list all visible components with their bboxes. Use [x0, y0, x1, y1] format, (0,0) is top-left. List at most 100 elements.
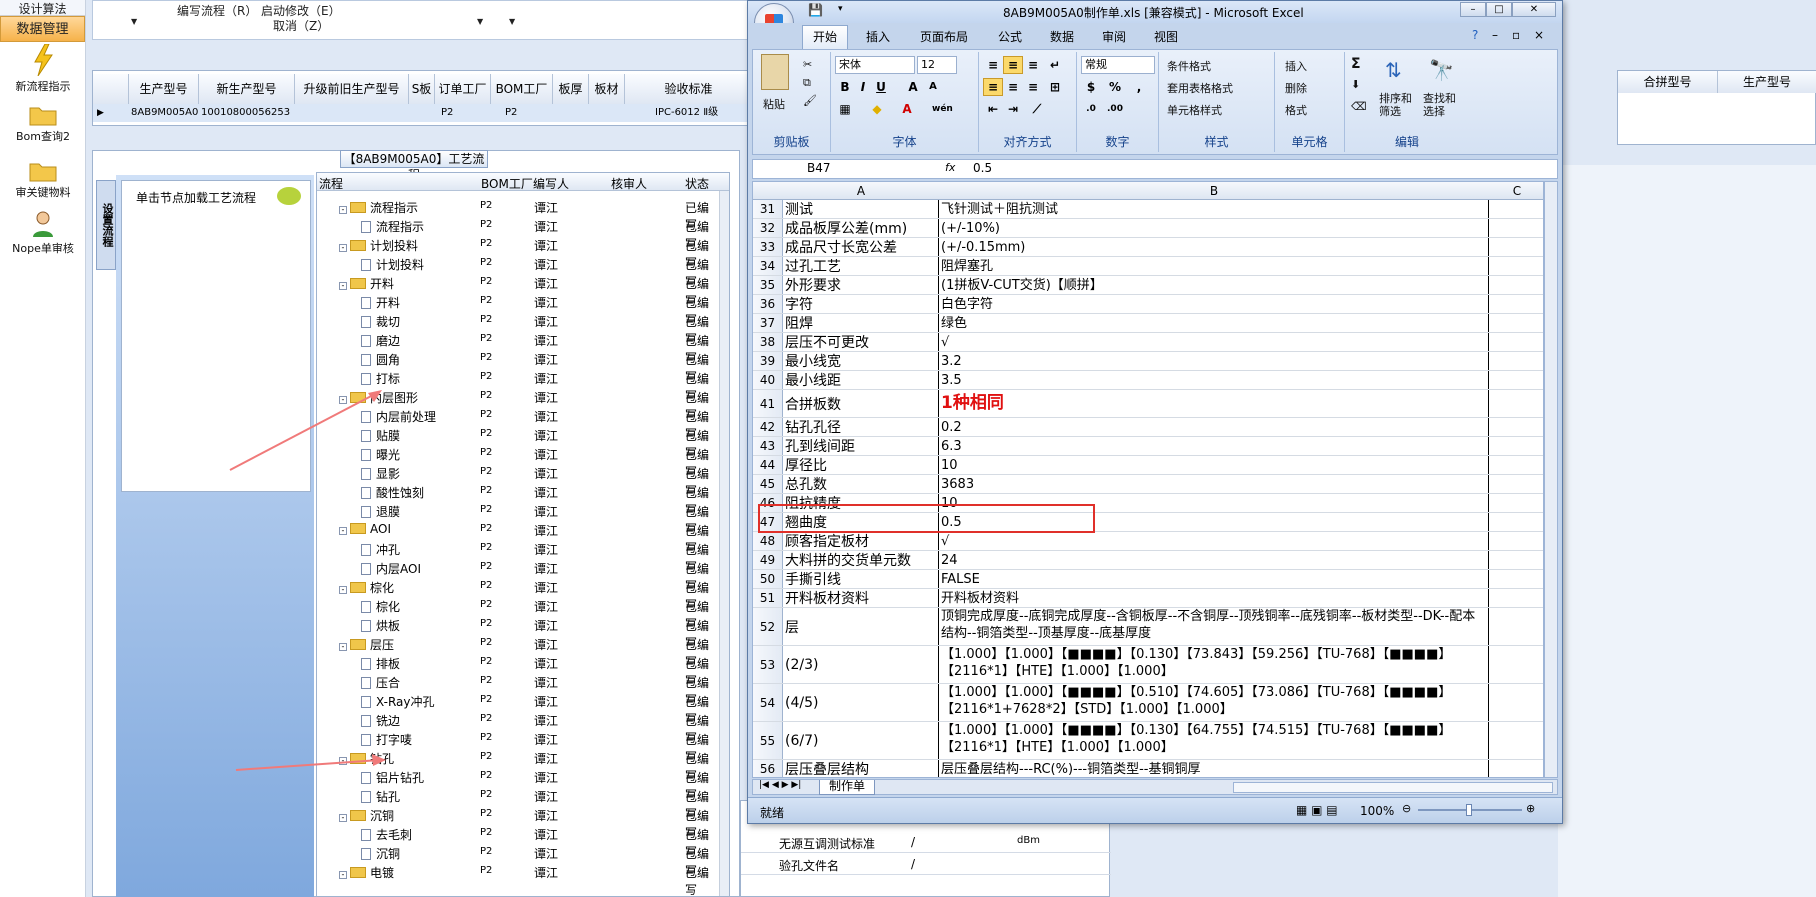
row-number[interactable]: 33	[753, 238, 783, 256]
row-number[interactable]: 42	[753, 418, 783, 436]
expand-toggle-icon[interactable]: -	[339, 396, 347, 404]
clear-icon[interactable]: ⌫	[1351, 100, 1367, 113]
cell-c[interactable]	[1489, 257, 1543, 275]
font-color-icon[interactable]: A	[897, 100, 917, 118]
italic-icon[interactable]: I	[853, 78, 873, 96]
tree-node-label[interactable]: 退膜	[361, 503, 400, 520]
expand-toggle-icon[interactable]: -	[339, 282, 347, 290]
row-number[interactable]: 39	[753, 352, 783, 370]
tree-node-label[interactable]: 排板	[361, 655, 400, 672]
cell-c[interactable]	[1489, 437, 1543, 455]
sheet-row[interactable]: 45 总孔数 3683	[753, 475, 1543, 494]
sheet-row[interactable]: 54 (4/5) 【1.000】【1.000】【■■■■】【0.510】【74.60…	[753, 684, 1543, 722]
ribbon-restore-icon[interactable]: ▫	[1512, 28, 1520, 42]
row-number[interactable]: 51	[753, 589, 783, 607]
row-number[interactable]: 48	[753, 532, 783, 550]
tree-row[interactable]: - 层压 P2 谭江 已编写	[317, 634, 717, 669]
tree-row[interactable]: 流程指示 P2 谭江 已编写	[317, 216, 717, 251]
font-size-combo[interactable]: 12	[917, 56, 957, 74]
table-cell[interactable]: 10010800056253	[201, 104, 291, 122]
zoom-out-icon[interactable]: ⊖	[1402, 802, 1411, 815]
border-icon[interactable]: ▦	[835, 100, 855, 118]
cell-b[interactable]: 1种相同	[939, 390, 1489, 417]
cell-c[interactable]	[1489, 295, 1543, 313]
row-number[interactable]: 35	[753, 276, 783, 294]
tab-view[interactable]: 视图	[1154, 28, 1178, 45]
cell-b[interactable]: 【1.000】【1.000】【■■■■】【0.510】【74.605】【73.0…	[939, 684, 1489, 721]
copy-icon[interactable]: ⧉	[803, 76, 811, 90]
tree-node-label[interactable]: 烘板	[361, 617, 400, 634]
cell-c[interactable]	[1489, 456, 1543, 474]
row-number[interactable]: 55	[753, 722, 783, 759]
expand-toggle-icon[interactable]: -	[339, 643, 347, 651]
cell-c[interactable]	[1489, 333, 1543, 351]
row-number[interactable]: 37	[753, 314, 783, 332]
paste-button[interactable]: 粘贴	[763, 96, 785, 112]
cell-b[interactable]: 【1.000】【1.000】【■■■■】【0.130】【64.755】【74.5…	[939, 722, 1489, 759]
tree-node-label[interactable]: 冲孔	[361, 541, 400, 558]
tree-node-label[interactable]: 铣边	[361, 712, 400, 729]
row-number[interactable]: 34	[753, 257, 783, 275]
find-select-button[interactable]: 查找和 选择	[1423, 92, 1456, 118]
row-number[interactable]: 50	[753, 570, 783, 588]
column-header-b[interactable]: B	[939, 184, 1489, 198]
cell-a[interactable]: 层压叠层结构	[783, 760, 939, 777]
grid-header[interactable]: 板材	[589, 74, 625, 104]
cell-b[interactable]: (1拼板V-CUT交货)【顺拼】	[939, 276, 1489, 294]
increase-decimal-icon[interactable]: .0	[1081, 100, 1101, 118]
row-number[interactable]: 49	[753, 551, 783, 569]
format-button[interactable]: 格式	[1285, 102, 1307, 118]
grid-header[interactable]: 生产型号	[129, 74, 199, 104]
formula-input[interactable]: 0.5	[973, 161, 992, 175]
tree-row[interactable]: 铝片钻孔 P2 谭江 已编写	[317, 767, 717, 802]
sheet-row[interactable]: 48 顾客指定板材 √	[753, 532, 1543, 551]
align-bottom-icon[interactable]: ≡	[1023, 56, 1043, 74]
row-number[interactable]: 56	[753, 760, 783, 777]
cell-b[interactable]: 10	[939, 456, 1489, 474]
tree-row[interactable]: - 电镀 P2 谭江 已编写	[317, 862, 717, 896]
cell-c[interactable]	[1489, 494, 1543, 512]
expand-toggle-icon[interactable]: -	[339, 814, 347, 822]
sheet-row[interactable]: 51 开料板材资料 开料板材资料	[753, 589, 1543, 608]
font-name-combo[interactable]: 宋体	[835, 56, 915, 74]
cell-b[interactable]: 飞针测试＋阻抗测试	[939, 200, 1489, 218]
cell-b[interactable]: 顶铜完成厚度--底铜完成厚度--含铜板厚--不含铜厚--顶残铜率--底残铜率--…	[939, 608, 1489, 645]
sheet-row[interactable]: 33 成品尺寸长宽公差 (+/-0.15mm)	[753, 238, 1543, 257]
tree-row[interactable]: 曝光 P2 谭江 已编写	[317, 444, 717, 479]
sheet-row[interactable]: 41 合拼板数 1种相同	[753, 390, 1543, 418]
cell-c[interactable]	[1489, 390, 1543, 417]
nav-header[interactable]: 设计算法	[0, 0, 85, 16]
tree-node-label[interactable]: 曝光	[361, 446, 400, 463]
cell-c[interactable]	[1489, 238, 1543, 256]
tab-setup-flow[interactable]: 设置流程	[96, 180, 116, 270]
sheet-row[interactable]: 35 外形要求 (1拼板V-CUT交货)【顺拼】	[753, 276, 1543, 295]
cancel-button[interactable]: 取消（Z）	[273, 17, 329, 34]
tree-node-label[interactable]: - 沉铜	[339, 807, 394, 824]
cell-a[interactable]: 合拼板数	[783, 390, 939, 417]
cell-a[interactable]: 总孔数	[783, 475, 939, 493]
tree-node-label[interactable]: - 棕化	[339, 579, 394, 596]
tree-row[interactable]: 内层前处理 P2 谭江 已编写	[317, 406, 717, 441]
cell-a[interactable]: 成品板厚公差(mm)	[783, 219, 939, 237]
cell-b[interactable]: 层压叠层结构---RC(%)---铜箔类型--基铜铜厚	[939, 760, 1489, 777]
format-painter-icon[interactable]: 🖌	[803, 94, 817, 107]
grid-header[interactable]: 新生产型号	[199, 74, 295, 104]
sheet-row[interactable]: 31 测试 飞针测试＋阻抗测试	[753, 200, 1543, 219]
paste-icon[interactable]	[761, 54, 789, 90]
tree-row[interactable]: - 计划投料 P2 谭江 已编写	[317, 235, 717, 270]
cell-b[interactable]: 3.5	[939, 371, 1489, 389]
tree-header-flow[interactable]: 流程	[319, 175, 343, 192]
tree-node-label[interactable]: 开料	[361, 294, 400, 311]
align-center-icon[interactable]: ≡	[1003, 78, 1023, 96]
grid-header[interactable]: 生产型号	[1718, 71, 1816, 93]
sheet-tab-production[interactable]: 制作单	[819, 780, 875, 795]
tree-row[interactable]: - 钻孔 P2 谭江 已编写	[317, 748, 717, 783]
currency-icon[interactable]: $	[1081, 78, 1101, 96]
tree-node-label[interactable]: - AOI	[339, 522, 391, 536]
cell-a[interactable]: (6/7)	[783, 722, 939, 759]
decrease-indent-icon[interactable]: ⇤	[983, 100, 1003, 118]
expand-toggle-icon[interactable]: -	[339, 206, 347, 214]
tree-row[interactable]: - 流程指示 P2 谭江 已编写	[317, 197, 717, 232]
expand-toggle-icon[interactable]: -	[339, 586, 347, 594]
sort-filter-button[interactable]: 排序和 筛选	[1379, 92, 1412, 118]
